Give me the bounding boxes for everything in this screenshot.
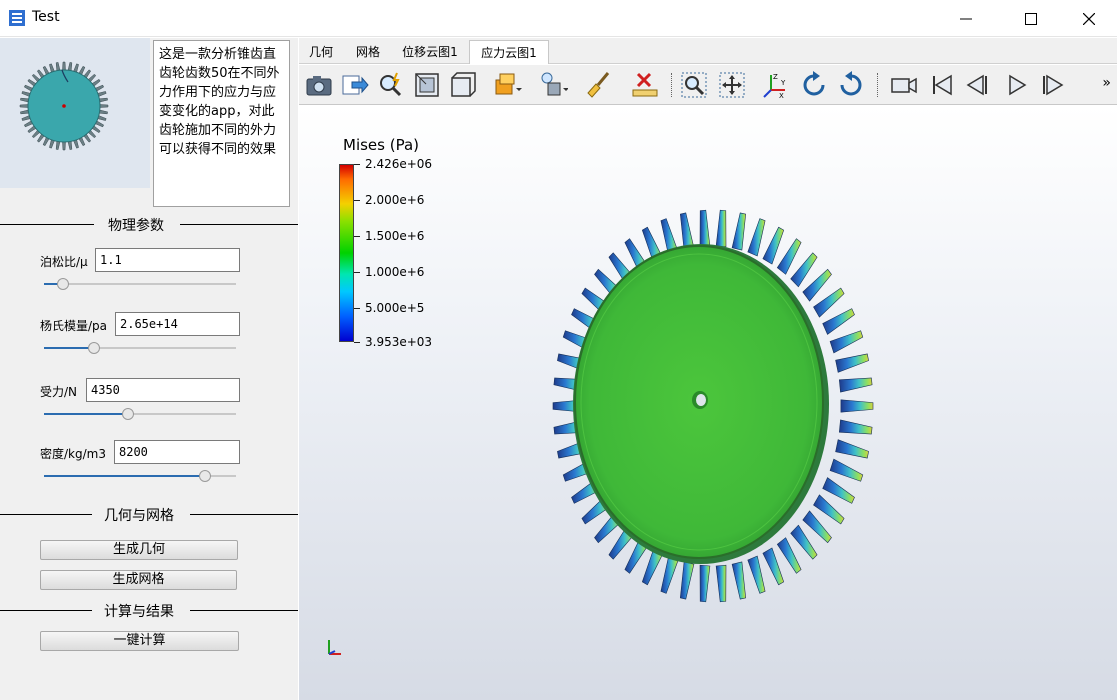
view-frame-icon[interactable] <box>412 70 442 100</box>
svg-text:X: X <box>779 92 784 100</box>
compute-section-header: 计算与结果 <box>0 600 298 620</box>
geometry-section-header: 几何与网格 <box>0 504 298 524</box>
right-panel: 几何 网格 位移云图1 应力云图1 Z Y X » Mises (Pa) 2.4… <box>299 38 1117 700</box>
maximize-icon <box>1025 12 1037 25</box>
camera-icon[interactable] <box>304 70 334 100</box>
force-label: 受力/N <box>40 385 78 399</box>
axis-triad <box>328 640 341 655</box>
close-button[interactable] <box>1066 0 1112 37</box>
close-icon <box>1083 12 1095 25</box>
density-label: 密度/kg/m3 <box>40 447 106 461</box>
left-panel: 这是一款分析锥齿直齿轮齿数50在不同外力作用下的应力与应变变化的app，对此齿轮… <box>0 38 298 700</box>
play-icon[interactable] <box>1001 70 1031 100</box>
generate-mesh-button[interactable]: 生成网格 <box>40 570 237 590</box>
tab-stress[interactable]: 应力云图1 <box>469 40 549 64</box>
density-slider-handle[interactable] <box>199 470 212 482</box>
force-slider[interactable] <box>44 407 236 421</box>
description-text: 这是一款分析锥齿直齿轮齿数50在不同外力作用下的应力与应变变化的app，对此齿轮… <box>153 40 290 207</box>
render-viewport[interactable]: Mises (Pa) 2.426e+06 2.000e+6 1.500e+6 1… <box>299 106 1117 700</box>
brush-icon[interactable] <box>584 70 614 100</box>
youngs-modulus-slider-handle[interactable] <box>87 342 100 354</box>
maximize-button[interactable] <box>1008 0 1054 37</box>
tab-displacement[interactable]: 位移云图1 <box>393 40 467 64</box>
gear-stress-plot <box>328 209 874 655</box>
first-frame-icon[interactable] <box>927 70 957 100</box>
toolbar-separator <box>671 73 672 97</box>
zoom-box-icon[interactable] <box>679 70 709 100</box>
gear-preview-image <box>0 38 150 188</box>
density-slider[interactable] <box>44 469 236 483</box>
rotate-cw-icon[interactable] <box>799 70 829 100</box>
svg-text:Y: Y <box>780 79 786 87</box>
title-bar: Test <box>0 0 1117 37</box>
compute-button[interactable]: 一键计算 <box>40 631 239 651</box>
poisson-label: 泊松比/μ <box>40 255 88 269</box>
axes-icon[interactable]: Z Y X <box>759 70 789 100</box>
poisson-slider[interactable] <box>44 277 236 291</box>
box-view-icon[interactable] <box>448 70 478 100</box>
poisson-slider-handle[interactable] <box>57 278 70 290</box>
ruler-icon[interactable] <box>630 70 660 100</box>
poisson-input[interactable]: 1.1 <box>95 248 240 272</box>
physics-section-header: 物理参数 <box>0 214 298 234</box>
geometry-section-label: 几何与网格 <box>104 508 174 524</box>
light-cube-icon[interactable] <box>538 70 568 100</box>
export-icon[interactable] <box>340 70 370 100</box>
tab-geometry[interactable]: 几何 <box>299 40 343 64</box>
color-box-icon[interactable] <box>492 70 522 100</box>
window-title: Test <box>32 9 60 25</box>
prev-frame-icon[interactable] <box>963 70 993 100</box>
force-slider-handle[interactable] <box>122 408 135 420</box>
youngs-modulus-slider[interactable] <box>44 341 236 355</box>
force-input[interactable]: 4350 <box>86 378 240 402</box>
density-input[interactable]: 8200 <box>114 440 240 464</box>
minimize-icon <box>960 18 972 19</box>
view-tabs: 几何 网格 位移云图1 应力云图1 <box>299 38 1117 64</box>
video-icon[interactable] <box>889 70 919 100</box>
toolbar-separator <box>877 73 878 97</box>
generate-geometry-button[interactable]: 生成几何 <box>40 540 238 560</box>
rotate-ccw-icon[interactable] <box>836 70 866 100</box>
compute-section-label: 计算与结果 <box>104 604 174 620</box>
fit-icon[interactable] <box>717 70 747 100</box>
tab-mesh[interactable]: 网格 <box>343 40 393 64</box>
toolbar-more-icon[interactable]: » <box>1102 75 1111 91</box>
zoom-probe-icon[interactable] <box>376 70 406 100</box>
app-icon <box>9 10 25 26</box>
svg-text:Z: Z <box>773 73 778 81</box>
physics-section-label: 物理参数 <box>108 218 164 234</box>
last-frame-icon[interactable] <box>1037 70 1067 100</box>
minimize-button[interactable] <box>943 0 989 37</box>
youngs-modulus-label: 杨氏模量/pa <box>40 319 108 333</box>
youngs-modulus-input[interactable]: 2.65e+14 <box>115 312 240 336</box>
toolbar: Z Y X » <box>299 65 1117 105</box>
